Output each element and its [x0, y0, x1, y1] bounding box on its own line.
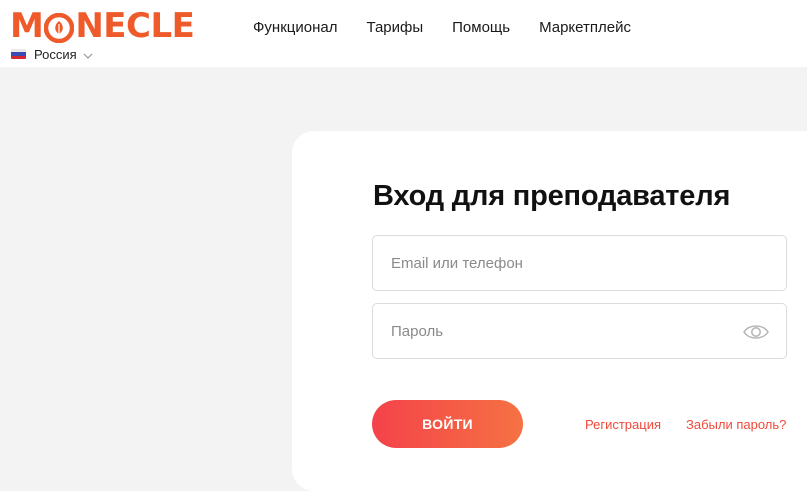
site-header: M NECLE Россия Функционал Тарифы Помощь … — [0, 0, 807, 67]
email-input[interactable] — [373, 236, 786, 290]
page-title: Вход для преподавателя — [373, 180, 731, 212]
nav-link-features[interactable]: Функционал — [253, 19, 337, 36]
login-button[interactable]: ВОЙТИ — [372, 400, 523, 448]
password-field[interactable] — [372, 303, 787, 359]
forgot-password-link[interactable]: Забыли пароль? — [686, 417, 786, 432]
nav-link-pricing[interactable]: Тарифы — [366, 19, 423, 36]
register-link[interactable]: Регистрация — [585, 417, 661, 432]
country-label: Россия — [34, 46, 77, 62]
chevron-down-icon — [83, 49, 93, 59]
eye-icon[interactable] — [742, 322, 770, 342]
password-input[interactable] — [373, 304, 786, 358]
main-nav: Функционал Тарифы Помощь Маркетплейс — [253, 17, 660, 37]
logo-text-m: M — [10, 6, 44, 46]
russia-flag-icon — [11, 49, 26, 59]
leaf-circle-icon — [44, 12, 75, 44]
logo-text-rest: NECLE — [75, 6, 195, 46]
monecle-logo[interactable]: M NECLE — [10, 6, 195, 46]
nav-link-help[interactable]: Помощь — [452, 19, 510, 36]
email-field[interactable] — [372, 235, 787, 291]
nav-link-marketplace[interactable]: Маркетплейс — [539, 19, 631, 36]
country-selector[interactable]: Россия — [11, 46, 93, 62]
